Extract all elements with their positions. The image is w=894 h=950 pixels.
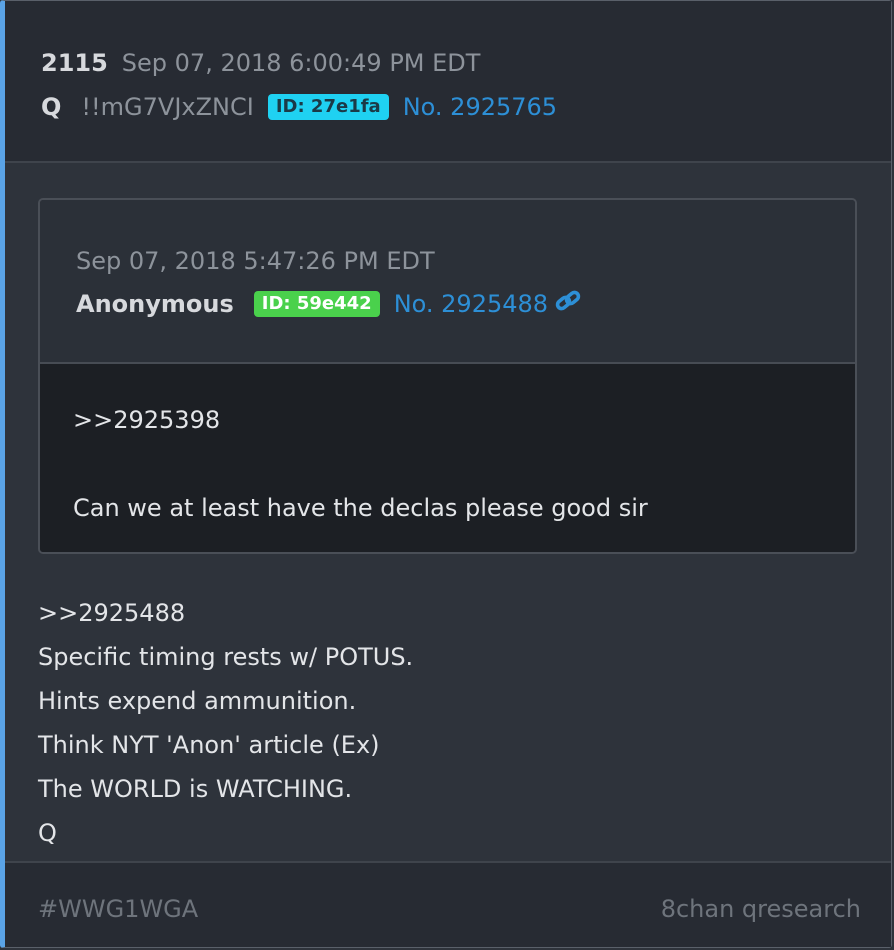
quoted-post-author-line: Anonymous ID: 59e442 No. 2925488 — [76, 288, 582, 322]
poster-id-badge[interactable]: ID: 27e1fa — [267, 94, 389, 120]
link-icon[interactable] — [554, 288, 582, 322]
author-name: Q — [41, 93, 62, 121]
quoted-reply-reference[interactable]: >>2925398 — [73, 404, 220, 436]
author-tripcode: !!mG7VJxZNCI — [81, 93, 254, 121]
post-meta-line: 2115 Sep 07, 2018 6:00:49 PM EDT — [41, 47, 480, 79]
quoted-poster-id-badge[interactable]: ID: 59e442 — [253, 291, 380, 317]
body-line: The WORLD is WATCHING. — [38, 775, 353, 803]
post-card: 2115 Sep 07, 2018 6:00:49 PM EDT Q !!mG7VJ… — [0, 0, 892, 948]
quoted-post: Sep 07, 2018 5:47:26 PM EDT Anonymous ID:… — [38, 198, 857, 554]
post-number-link[interactable]: No. 2925765 — [403, 93, 557, 121]
post-timestamp: Sep 07, 2018 6:00:49 PM EDT — [121, 49, 481, 77]
quoted-post-body: >>2925398 Can we at least have the decla… — [40, 364, 855, 552]
post-footer: #WWG1WGA 8chan qresearch — [5, 861, 891, 947]
quoted-post-number-link[interactable]: No. 2925488 — [394, 290, 548, 318]
post-number: 2115 — [41, 49, 108, 77]
post-author-line: Q !!mG7VJxZNCI ID: 27e1fa No. 2925765 — [41, 91, 557, 123]
hashtag: #WWG1WGA — [38, 895, 199, 923]
reply-reference[interactable]: >>2925488 — [38, 591, 413, 635]
body-line: Think NYT 'Anon' article (Ex) — [38, 731, 380, 759]
body-line: Hints expend ammunition. — [38, 687, 357, 715]
body-line: Specific timing rests w/ POTUS. — [38, 643, 414, 671]
quoted-message-text: Can we at least have the declas please g… — [73, 494, 648, 522]
post-body: >>2925488 Specific timing rests w/ POTUS… — [38, 591, 413, 855]
quoted-post-timestamp: Sep 07, 2018 5:47:26 PM EDT — [76, 247, 435, 275]
quoted-author-name: Anonymous — [76, 290, 234, 318]
source-label: 8chan qresearch — [660, 895, 861, 923]
quoted-post-header: Sep 07, 2018 5:47:26 PM EDT Anonymous ID:… — [40, 200, 855, 364]
post-header: 2115 Sep 07, 2018 6:00:49 PM EDT Q !!mG7VJ… — [5, 1, 891, 163]
body-signature: Q — [38, 819, 57, 847]
